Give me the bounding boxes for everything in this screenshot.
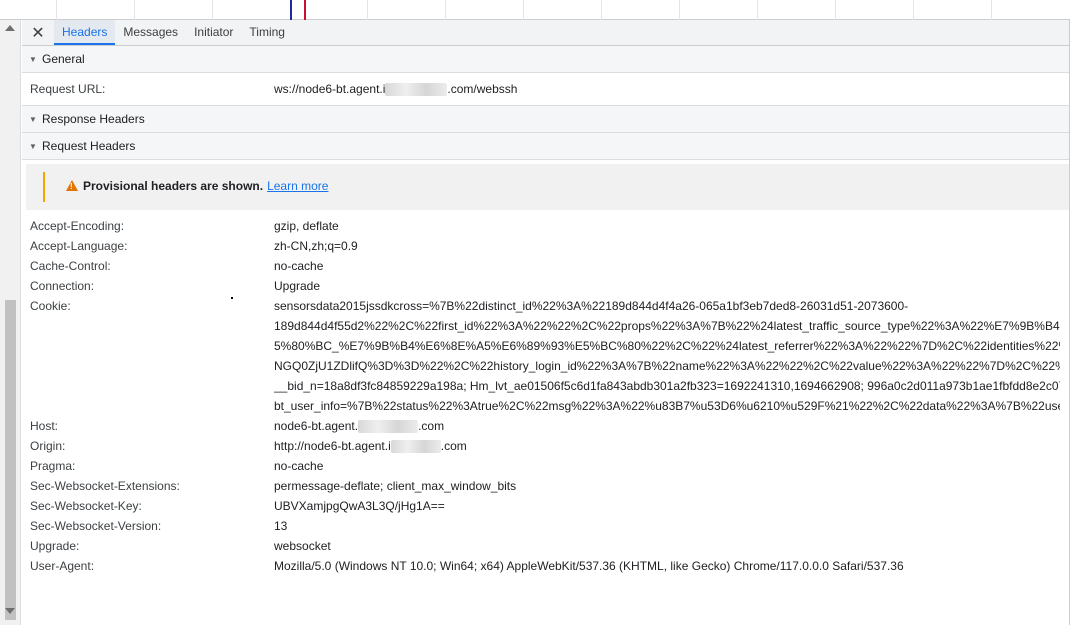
timeline-gridline: [913, 0, 914, 20]
header-row: Upgrade: websocket: [22, 536, 1069, 556]
header-row: Host: node6-bt.agent. .com: [22, 416, 1069, 436]
header-value: Upgrade: [274, 279, 321, 293]
triangle-down-icon: ▼: [29, 141, 37, 151]
timeline-gridline: [991, 0, 992, 20]
header-row: Sec-Websocket-Extensions: permessage-def…: [22, 476, 1069, 496]
host-prefix: node6-bt.agent.: [274, 418, 359, 433]
header-row: Sec-Websocket-Version: 13: [22, 516, 1069, 536]
triangle-down-icon: ▼: [29, 114, 37, 124]
timeline-gridline: [445, 0, 446, 20]
header-value: 13: [274, 519, 288, 533]
header-value: Mozilla/5.0 (Windows NT 10.0; Win64; x64…: [274, 559, 904, 573]
header-row: Connection: Upgrade: [22, 276, 1069, 296]
cookie-row: Cookie: sensorsdata2015jssdkcross=%7B%22d…: [22, 296, 1069, 416]
timeline-gridline: [601, 0, 602, 20]
network-timeline: [0, 0, 1070, 20]
request-url-prefix: ws://node6-bt.agent.i: [274, 81, 386, 96]
section-response-headers-header[interactable]: ▼ Response Headers: [22, 106, 1069, 133]
header-row: Accept-Language: zh-CN,zh;q=0.9: [22, 236, 1069, 256]
section-title: Request Headers: [42, 139, 136, 153]
cookie-line: sensorsdata2015jssdkcross=%7B%22distinct…: [274, 299, 909, 313]
redacted-blur: [358, 420, 419, 434]
scroll-down-icon[interactable]: [5, 608, 15, 614]
section-general-header[interactable]: ▼ General: [22, 46, 1069, 73]
section-title: Response Headers: [42, 112, 145, 126]
header-key: Connection:: [30, 279, 95, 293]
header-row: Pragma: no-cache: [22, 456, 1069, 476]
host-suffix: .com: [418, 418, 445, 433]
header-row: Cache-Control: no-cache: [22, 256, 1069, 276]
cookie-line: bt_user_info=%7B%22status%22%3Atrue%2C%2…: [274, 399, 1060, 413]
warning-icon: [66, 180, 78, 191]
details-tabbar: ✕ Headers Messages Initiator Timing: [22, 20, 1069, 46]
timeline-gridline: [134, 0, 135, 20]
header-key: Pragma:: [30, 459, 76, 473]
timeline-gridline: [56, 0, 57, 20]
request-headers-list: Accept-Encoding: gzip, deflate Accept-La…: [22, 214, 1069, 576]
header-key: User-Agent:: [30, 559, 95, 573]
header-key: Upgrade:: [30, 539, 80, 553]
timeline-gridline: [523, 0, 524, 20]
header-key: Cookie:: [30, 299, 71, 313]
section-request-headers-header[interactable]: ▼ Request Headers: [22, 133, 1069, 160]
tab-headers[interactable]: Headers: [54, 20, 116, 45]
requests-scrollbar[interactable]: [0, 20, 21, 625]
header-key: Sec-Websocket-Key:: [30, 499, 142, 513]
cookie-line: 189d844d4f55d2%22%2C%22first_id%22%3A%22…: [274, 319, 1060, 333]
header-row: Accept-Encoding: gzip, deflate: [22, 216, 1069, 236]
origin-suffix: .com: [440, 438, 467, 453]
section-title: General: [42, 52, 85, 66]
header-value: node6-bt.agent. .com: [274, 418, 445, 434]
header-value: zh-CN,zh;q=0.9: [274, 239, 358, 253]
learn-more-link[interactable]: Learn more: [267, 179, 328, 193]
request-details-panel: ✕ Headers Messages Initiator Timing ▼ Ge…: [22, 20, 1070, 625]
cookie-line: 5%80%BC_%E7%9B%B4%E6%8E%A5%E6%89%93%E5%B…: [274, 339, 1060, 353]
header-value: http://node6-bt.agent.i .com: [274, 438, 467, 454]
triangle-down-icon: ▼: [29, 54, 37, 64]
load-event-marker: [304, 0, 306, 20]
header-row: User-Agent: Mozilla/5.0 (Windows NT 10.0…: [22, 556, 1069, 576]
header-key: Accept-Language:: [30, 239, 128, 253]
header-key: Origin:: [30, 439, 66, 453]
timeline-gridline: [757, 0, 758, 20]
notice-accent-bar: [43, 172, 45, 202]
request-url-value: ws://node6-bt.agent.i .com/webssh: [274, 81, 518, 97]
tab-initiator[interactable]: Initiator: [186, 20, 241, 45]
tab-timing[interactable]: Timing: [241, 20, 293, 45]
timeline-gridline: [212, 0, 213, 20]
header-key: Cache-Control:: [30, 259, 111, 273]
header-value: no-cache: [274, 459, 324, 473]
header-value: UBVXamjpgQwA3L3Q/jHg1A==: [274, 499, 445, 513]
header-key: Sec-Websocket-Version:: [30, 519, 162, 533]
header-key: Sec-Websocket-Extensions:: [30, 479, 180, 493]
redacted-blur: [390, 440, 441, 454]
tab-messages[interactable]: Messages: [115, 20, 186, 45]
provisional-text: Provisional headers are shown.: [83, 179, 264, 193]
header-row: Sec-Websocket-Key: UBVXamjpgQwA3L3Q/jHg1…: [22, 496, 1069, 516]
redacted-blur: [385, 83, 448, 97]
timeline-gridline: [367, 0, 368, 20]
header-value: no-cache: [274, 259, 324, 273]
header-key: Host:: [30, 419, 59, 433]
cookie-line: __bid_n=18a8df3fc84859229a198a; Hm_lvt_a…: [274, 379, 1060, 393]
request-url-label: Request URL:: [30, 82, 106, 96]
header-key: Accept-Encoding:: [30, 219, 125, 233]
header-value: gzip, deflate: [274, 219, 339, 233]
cookie-line: NGQ0ZjU1ZDlifQ%3D%3D%22%2C%22history_log…: [274, 359, 1060, 373]
origin-prefix: http://node6-bt.agent.i: [274, 438, 391, 453]
provisional-message: Provisional headers are shown. Learn more: [83, 179, 328, 193]
provisional-headers-notice: Provisional headers are shown.Learn more: [26, 164, 1069, 210]
timeline-gridline: [835, 0, 836, 20]
header-row: Origin: http://node6-bt.agent.i .com: [22, 436, 1069, 456]
header-value: permessage-deflate; client_max_window_bi…: [274, 479, 517, 493]
dom-content-loaded-marker: [290, 0, 292, 20]
scrollbar-thumb[interactable]: [5, 300, 16, 620]
timeline-gridline: [679, 0, 680, 20]
scroll-up-icon[interactable]: [5, 25, 15, 31]
general-body: Request URL: ws://node6-bt.agent.i .com/w…: [22, 73, 1069, 106]
header-value: websocket: [274, 539, 331, 553]
request-url-suffix: .com/webssh: [447, 81, 518, 96]
close-icon[interactable]: ✕: [22, 20, 54, 45]
